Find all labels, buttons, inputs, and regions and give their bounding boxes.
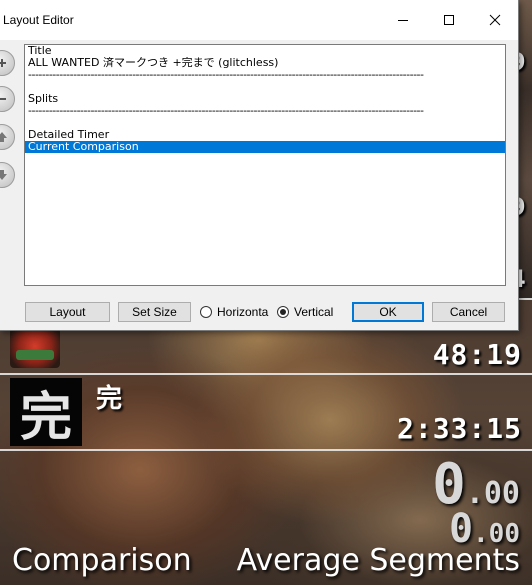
move-up-button[interactable] (0, 124, 15, 150)
move-down-icon (0, 170, 7, 180)
layout-editor-dialog: Layout Editor Title ALL WANTED 済マークつき +完… (0, 0, 519, 331)
close-button[interactable] (472, 0, 518, 40)
add-icon (0, 59, 6, 67)
horizontal-label: Horizonta (217, 305, 269, 319)
list-divider: ----------------------------------------… (28, 69, 424, 81)
minimize-icon (398, 20, 408, 21)
vertical-radio[interactable]: Vertical (277, 302, 333, 322)
list-divider: ----------------------------------------… (28, 105, 424, 117)
remove-icon (0, 98, 6, 100)
list-item[interactable]: Splits (25, 93, 505, 105)
close-icon (489, 14, 501, 26)
minimize-button[interactable] (380, 0, 426, 40)
vertical-label: Vertical (294, 305, 334, 319)
timer-divider (0, 449, 532, 451)
remove-component-button[interactable] (0, 86, 15, 112)
kanji-icon: 完 (10, 378, 82, 448)
horizontal-radio[interactable]: Horizonta (200, 302, 268, 322)
ok-button[interactable]: OK (352, 302, 424, 322)
segment-time: 2:33:15 (396, 412, 522, 445)
maximize-icon (444, 15, 454, 25)
radio-button[interactable] (200, 306, 212, 318)
add-component-button[interactable] (0, 50, 15, 76)
title-bar[interactable]: Layout Editor (0, 0, 518, 40)
split-divider (0, 373, 532, 375)
comparison-value: Average Segments (236, 543, 520, 578)
move-down-button[interactable] (0, 162, 15, 188)
set-size-button[interactable]: Set Size (118, 302, 191, 322)
list-item[interactable]: Title (25, 45, 505, 57)
segment-name: 完 (96, 384, 123, 414)
list-item-selected[interactable]: Current Comparison (25, 141, 505, 153)
component-list[interactable]: Title ALL WANTED 済マークつき +完まで (glitchless… (24, 44, 506, 286)
window-title: Layout Editor (3, 13, 74, 27)
radio-button-checked[interactable] (277, 306, 289, 318)
maximize-button[interactable] (426, 0, 472, 40)
cancel-button[interactable]: Cancel (432, 302, 505, 322)
current-comparison: Comparison Average Segments (12, 543, 520, 578)
layout-button[interactable]: Layout (25, 302, 110, 322)
move-up-icon (0, 132, 7, 142)
segment-time: 48:19 (432, 338, 522, 371)
comparison-label: Comparison (12, 543, 192, 578)
list-item-detail[interactable]: ALL WANTED 済マークつき +完まで (glitchless) (25, 57, 505, 69)
list-item[interactable]: Detailed Timer (25, 129, 505, 141)
